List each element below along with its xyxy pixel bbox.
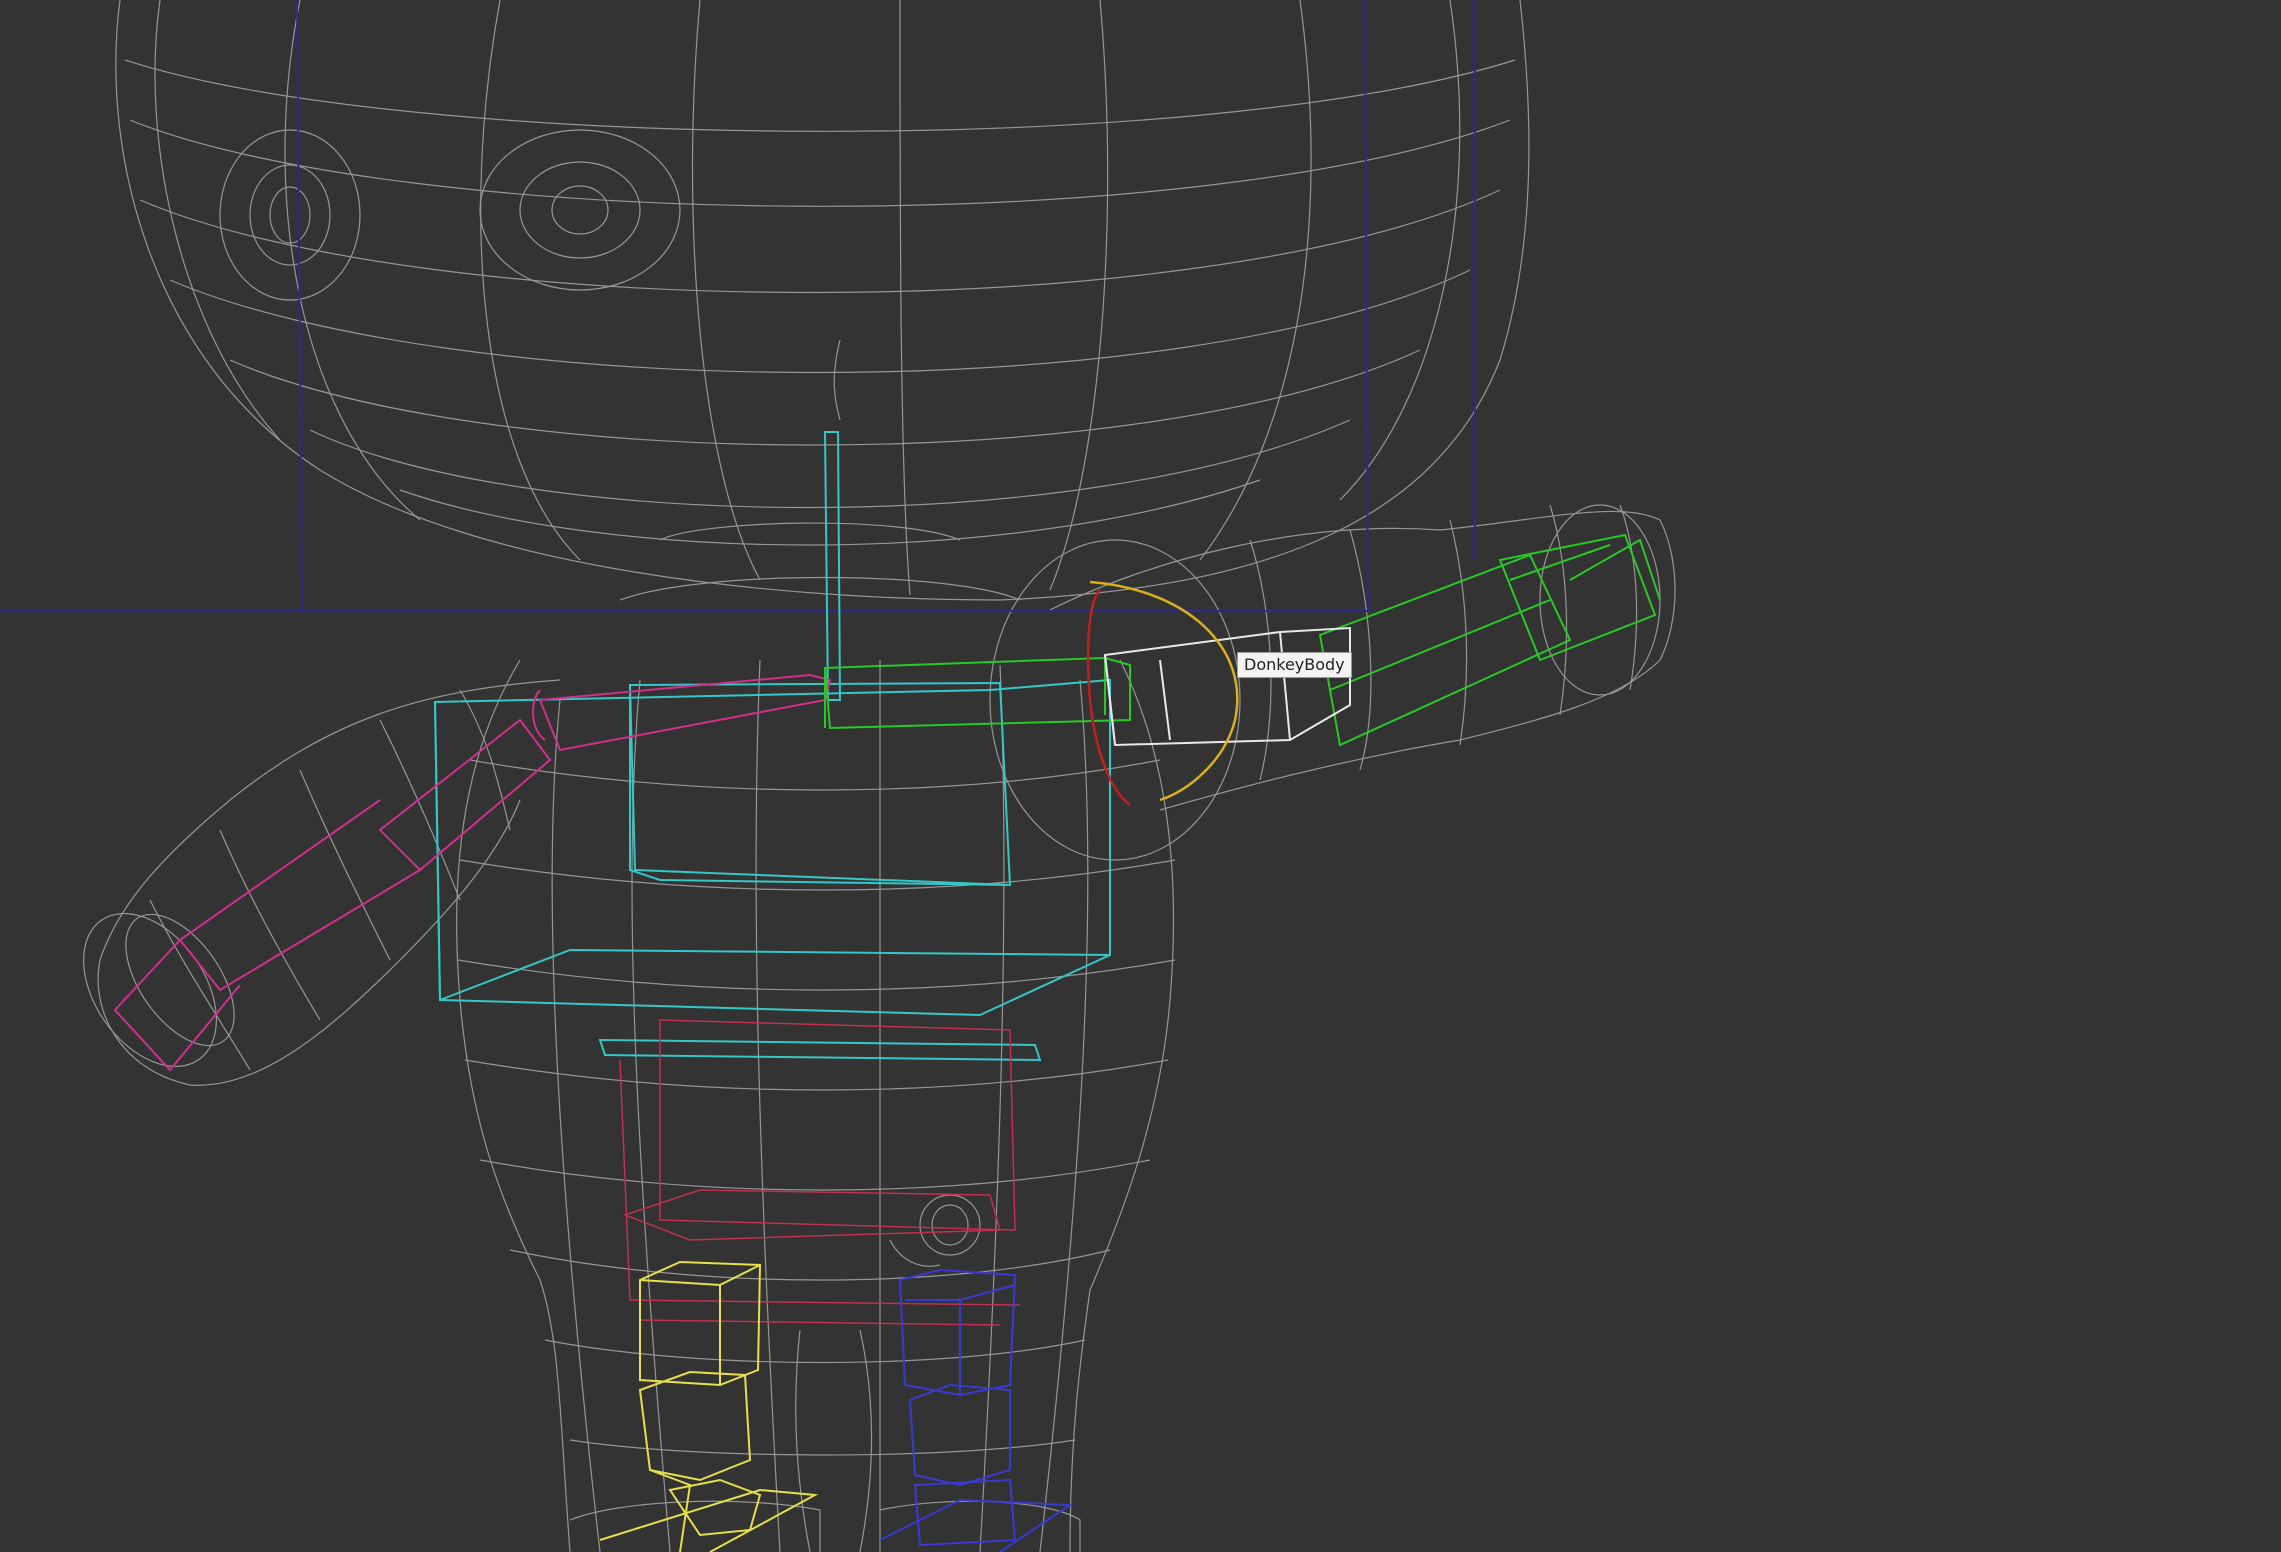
left-arm-bones[interactable] bbox=[113, 673, 832, 1072]
guide-lines bbox=[0, 0, 1476, 612]
head-mesh bbox=[115, 0, 1530, 601]
hover-tooltip: DonkeyBody bbox=[1237, 652, 1352, 678]
selected-bone-donkeybody[interactable] bbox=[1103, 626, 1351, 747]
wireframe-scene[interactable] bbox=[0, 0, 2281, 1552]
right-leg-bones[interactable] bbox=[879, 1268, 1074, 1552]
3d-viewport[interactable]: DonkeyBody bbox=[0, 0, 2281, 1552]
pelvis-bones[interactable] bbox=[619, 1019, 1021, 1326]
left-leg-bones[interactable] bbox=[599, 1260, 819, 1552]
feet-mesh bbox=[569, 1500, 1081, 1552]
spine-bones[interactable] bbox=[433, 431, 1111, 1062]
